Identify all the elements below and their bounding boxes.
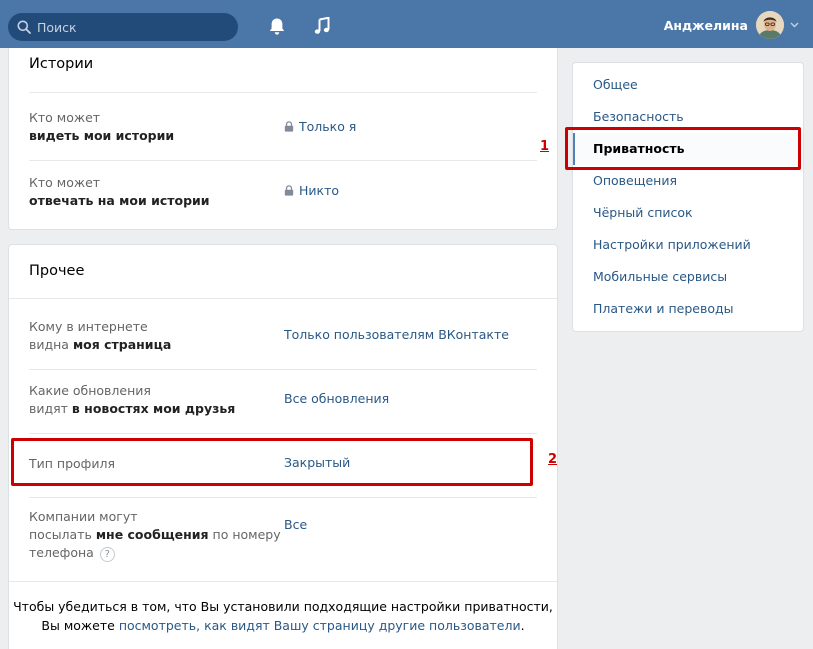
search-input[interactable] xyxy=(37,19,217,35)
lock-icon xyxy=(284,121,294,132)
view-as-others-link[interactable]: посмотреть, как видят Вашу страницу друг… xyxy=(119,618,521,633)
row-value-vk-users[interactable]: Только пользователям ВКонтакте xyxy=(284,326,509,344)
row-friends-news[interactable]: Какие обновления видят в новостях мои др… xyxy=(29,369,537,433)
row-label: Кто может видеть мои истории xyxy=(29,110,175,143)
annotation-number-1: 1 xyxy=(540,139,550,154)
stories-row-view[interactable]: Кто может видеть мои истории Только я xyxy=(29,92,537,160)
menu-item-mobile-services[interactable]: Мобильные сервисы xyxy=(573,261,803,293)
row-label: Кому в интернете видна моя страница xyxy=(29,319,172,352)
privacy-footer: Чтобы убедиться в том, что Вы установили… xyxy=(13,599,553,633)
other-title: Прочее xyxy=(29,263,85,279)
notifications-bell-icon[interactable] xyxy=(267,16,287,36)
music-note-icon[interactable] xyxy=(312,16,332,36)
row-label: Компании могут посылать мне сообщения по… xyxy=(29,509,281,562)
user-name: Анджелина xyxy=(663,17,748,33)
row-value-all[interactable]: Все xyxy=(284,516,307,534)
stories-title: Истории xyxy=(29,56,94,72)
row-value-only-me[interactable]: Только я xyxy=(284,118,356,136)
annotation-box-2 xyxy=(11,438,533,486)
user-menu[interactable]: Анджелина xyxy=(664,10,799,40)
top-bar: Анджелина xyxy=(0,0,813,48)
row-label: Кто может отвечать на мои истории xyxy=(29,175,210,208)
menu-item-blacklist[interactable]: Чёрный список xyxy=(573,197,803,229)
row-value-nobody[interactable]: Никто xyxy=(284,182,339,200)
avatar xyxy=(756,11,784,39)
annotation-box-1 xyxy=(565,127,801,170)
row-value-all-updates[interactable]: Все обновления xyxy=(284,390,389,408)
row-company-messages[interactable]: Компании могут посылать мне сообщения по… xyxy=(29,497,537,581)
menu-item-app-settings[interactable]: Настройки приложений xyxy=(573,229,803,261)
stories-card: Истории Кто может видеть мои истории Тол… xyxy=(8,48,558,230)
search-box[interactable] xyxy=(8,13,238,41)
settings-menu: Общее Безопасность Приватность Оповещени… xyxy=(572,62,804,332)
menu-item-payments[interactable]: Платежи и переводы xyxy=(573,293,803,325)
divider xyxy=(9,581,557,582)
row-label: Какие обновления видят в новостях мои др… xyxy=(29,383,236,416)
chevron-down-icon xyxy=(790,22,799,28)
annotation-number-2: 2 xyxy=(548,452,558,467)
menu-item-general[interactable]: Общее xyxy=(573,69,803,101)
search-icon xyxy=(17,20,31,34)
lock-icon xyxy=(284,185,294,196)
stories-row-reply[interactable]: Кто может отвечать на мои истории Никто xyxy=(29,160,537,228)
help-icon[interactable]: ? xyxy=(99,547,115,562)
row-page-visibility[interactable]: Кому в интернете видна моя страница Толь… xyxy=(29,299,537,363)
